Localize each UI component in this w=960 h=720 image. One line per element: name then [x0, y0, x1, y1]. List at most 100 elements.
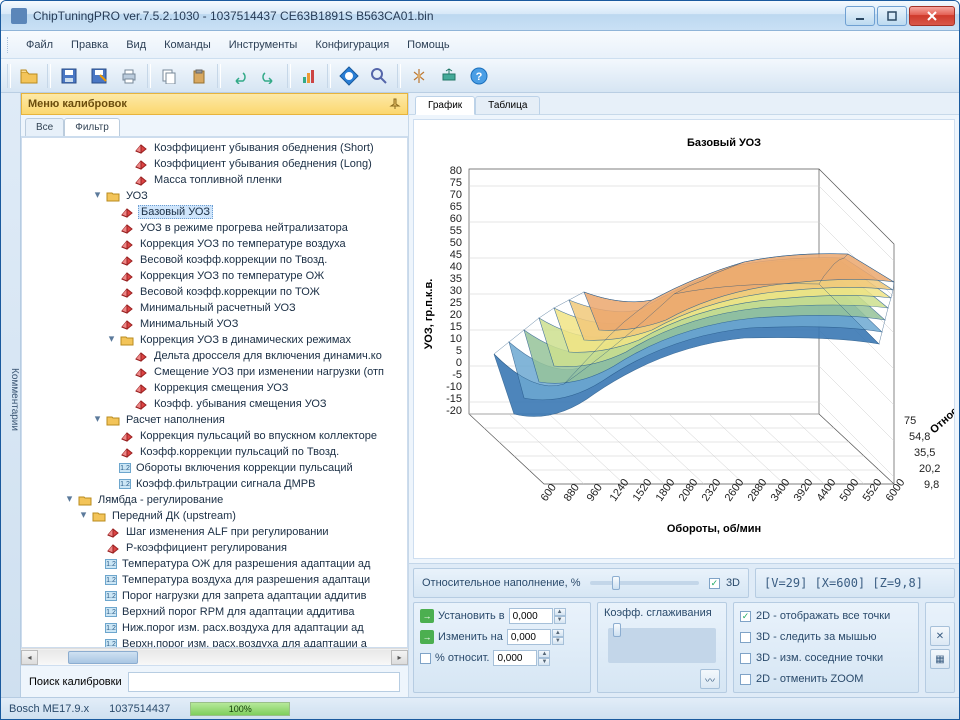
tree-node[interactable]: 1.2Верхн.порог изм. расх.воздуха для ада… [22, 636, 407, 648]
opt-2d-allpoints-checkbox[interactable] [740, 611, 751, 622]
settings-button[interactable] [405, 62, 433, 90]
scroll-right-button[interactable]: ▸ [391, 650, 408, 665]
tree-node[interactable]: Коэфф. убывания смещения УОЗ [22, 396, 407, 412]
redo-button[interactable] [255, 62, 283, 90]
set-value-button[interactable]: → [420, 609, 434, 623]
save-as-button[interactable] [85, 62, 113, 90]
statusbar: Bosch ME17.9.x 1037514437 100% [1, 697, 959, 719]
tree-node[interactable]: Смещение УОЗ при изменении нагрузки (отп [22, 364, 407, 380]
opt-2d-zoom-checkbox[interactable] [740, 674, 751, 685]
tab-chart[interactable]: График [415, 96, 475, 115]
set-value-input[interactable] [509, 608, 553, 624]
svg-text:2880: 2880 [746, 477, 770, 504]
tree-node[interactable]: ▾УОЗ [22, 188, 407, 204]
scroll-left-button[interactable]: ◂ [21, 650, 38, 665]
tree-node[interactable]: ▾Лямбда - регулирование [22, 492, 407, 508]
analysis-button[interactable] [295, 62, 323, 90]
save-button[interactable] [55, 62, 83, 90]
minimize-button[interactable] [845, 6, 875, 26]
tree-node[interactable]: 1.2Верхний порог RPM для адаптации аддит… [22, 604, 407, 620]
tree-node[interactable]: Коэффициент убывания обеднения (Long) [22, 156, 407, 172]
tree-node[interactable]: 1.2Коэфф.фильтрации сигнала ДМРВ [22, 476, 407, 492]
menu-view[interactable]: Вид [120, 37, 152, 53]
help-button[interactable]: ? [465, 62, 493, 90]
comments-sidebar[interactable]: Комментарии [1, 93, 21, 697]
smooth-apply-button[interactable]: 〰 [700, 669, 720, 689]
change-value-input[interactable] [507, 629, 551, 645]
spin-down[interactable]: ▼ [554, 616, 566, 624]
tree-node[interactable]: Весовой коэфф.коррекции по ТОЖ [22, 284, 407, 300]
tree-node[interactable]: P-коэффициент регулирования [22, 540, 407, 556]
tree-node[interactable]: Коррекция УОЗ по температуре ОЖ [22, 268, 407, 284]
chart-zlabel: Относительн [928, 379, 954, 436]
svg-text:0: 0 [456, 357, 462, 369]
tree-node[interactable]: Коррекция пульсаций во впускном коллекто… [22, 428, 407, 444]
tree-node[interactable]: ▾Коррекция УОЗ в динамических режимах [22, 332, 407, 348]
tab-table[interactable]: Таблица [475, 96, 540, 115]
tree-node-label: Коэффициент убывания обеднения (Long) [152, 158, 374, 170]
tree-node[interactable]: Минимальный расчетный УОЗ [22, 300, 407, 316]
tree-node[interactable]: Базовый УОЗ [22, 204, 407, 220]
print-button[interactable] [115, 62, 143, 90]
tree-node[interactable]: Коррекция смещения УОЗ [22, 380, 407, 396]
pin-icon[interactable] [389, 98, 401, 110]
relative-pct-input[interactable] [493, 650, 537, 666]
svg-text:-15: -15 [446, 393, 462, 405]
fill-slider[interactable] [590, 581, 698, 585]
search-button[interactable] [365, 62, 393, 90]
export-button[interactable] [435, 62, 463, 90]
tree-node[interactable]: Шаг изменения ALF при регулировании [22, 524, 407, 540]
open-button[interactable] [15, 62, 43, 90]
tree-node[interactable]: Масса топливной пленки [22, 172, 407, 188]
tree-node[interactable]: 1.2Порог нагрузки для запрета адаптации … [22, 588, 407, 604]
spin-up[interactable]: ▲ [554, 608, 566, 616]
tree-node-label: Коэффициент убывания обеднения (Short) [152, 142, 376, 154]
relative-pct-checkbox[interactable] [420, 653, 431, 664]
tree-horizontal-scrollbar[interactable]: ◂ ▸ [21, 648, 408, 665]
opt-3d-follow-checkbox[interactable] [740, 632, 751, 643]
tree-node[interactable]: ▾Передний ДК (upstream) [22, 508, 407, 524]
3d-checkbox[interactable] [709, 578, 720, 589]
search-input[interactable] [128, 672, 400, 692]
smooth-slider[interactable] [608, 628, 716, 663]
calibration-tree[interactable]: Коэффициент убывания обеднения (Short) Ко… [22, 138, 407, 648]
tree-node[interactable]: УОЗ в режиме прогрева нейтрализатора [22, 220, 407, 236]
filter-tab-filter[interactable]: Фильтр [64, 118, 120, 136]
tree-node[interactable]: Коэфф.коррекции пульсаций по Твозд. [22, 444, 407, 460]
titlebar: ChipTuningPRO ver.7.5.2.1030 - 103751443… [1, 1, 959, 31]
copy-button[interactable] [155, 62, 183, 90]
change-value-button[interactable]: → [420, 630, 434, 644]
opt-3d-neighbor-checkbox[interactable] [740, 653, 751, 664]
tree-node[interactable]: Дельта дросселя для включения динамич.ко [22, 348, 407, 364]
tree-node[interactable]: 1.2Температура ОЖ для разрешения адаптац… [22, 556, 407, 572]
menu-commands[interactable]: Команды [158, 37, 217, 53]
flash-button[interactable] [335, 62, 363, 90]
maximize-button[interactable] [877, 6, 907, 26]
tree-node[interactable]: Весовой коэфф.коррекции по Твозд. [22, 252, 407, 268]
scrollbar-thumb[interactable] [68, 651, 138, 664]
paste-button[interactable] [185, 62, 213, 90]
filter-tab-all[interactable]: Все [25, 118, 64, 136]
menu-edit[interactable]: Правка [65, 37, 114, 53]
tree-node[interactable]: Коэффициент убывания обеднения (Short) [22, 140, 407, 156]
chart-3d-surface[interactable]: Базовый УОЗ 8075706560555045403530252015… [413, 119, 955, 559]
tree-node-label: Минимальный УОЗ [138, 318, 240, 330]
opt-3d-follow-label: 3D - следить за мышью [756, 631, 877, 643]
tree-node[interactable]: 1.2Температура воздуха для разрешения ад… [22, 572, 407, 588]
chart-xlabel: Обороты, об/мин [667, 523, 761, 535]
close-button[interactable] [909, 6, 955, 26]
tree-node[interactable]: Коррекция УОЗ по температуре воздуха [22, 236, 407, 252]
tree-node-label: Ниж.порог изм. расх.воздуха для адаптаци… [120, 622, 366, 634]
tree-node[interactable]: 1.2Обороты включения коррекции пульсаций [22, 460, 407, 476]
menu-tools[interactable]: Инструменты [223, 37, 304, 53]
tree-node[interactable]: Минимальный УОЗ [22, 316, 407, 332]
undo-button[interactable] [225, 62, 253, 90]
tree-node[interactable]: 1.2Ниж.порог изм. расх.воздуха для адапт… [22, 620, 407, 636]
menu-config[interactable]: Конфигурация [309, 37, 395, 53]
extra-button-1[interactable]: ✕ [930, 626, 950, 646]
menu-file[interactable]: Файл [20, 37, 59, 53]
tree-node-label: Минимальный расчетный УОЗ [138, 302, 298, 314]
menu-help[interactable]: Помощь [401, 37, 456, 53]
extra-button-2[interactable]: ▦ [930, 649, 950, 669]
tree-node[interactable]: ▾Расчет наполнения [22, 412, 407, 428]
